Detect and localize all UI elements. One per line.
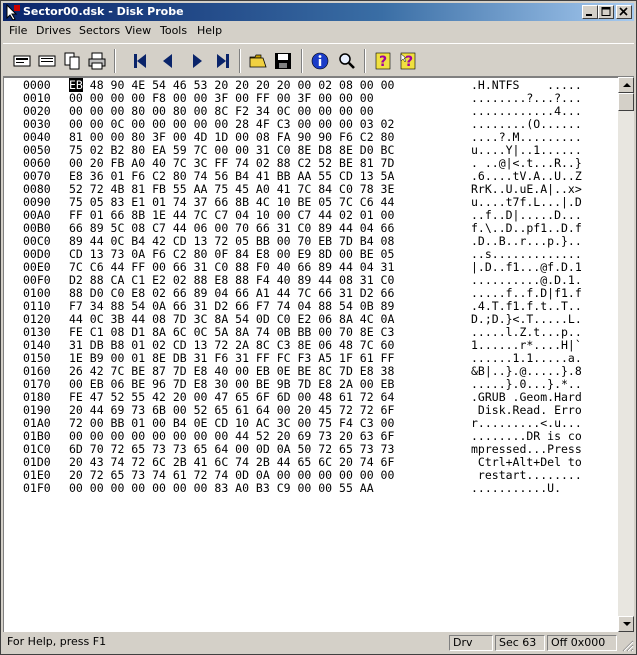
save-icon[interactable] [271,49,295,73]
search-icon[interactable] [335,49,359,73]
maximize-button[interactable] [598,5,614,19]
read-sector-icon[interactable] [10,49,34,73]
row-bytes[interactable]: 00 00 00 00 00 00 00 83 A0 B3 C9 00 00 5… [69,482,374,495]
scroll-up-button[interactable] [618,77,634,93]
menu-file[interactable]: File [9,24,27,38]
hex-row[interactable]: 01F0 00 00 00 00 00 00 00 83 A0 B3 C9 00 … [4,482,617,495]
toolbar-separator [239,49,241,73]
disk-probe-window: Sector00.dsk - Disk Probe File Drives Se… [0,0,637,655]
scroll-down-button[interactable] [618,616,634,632]
last-sector-icon[interactable] [211,49,235,73]
print-icon[interactable] [85,49,109,73]
window-title: Sector00.dsk - Disk Probe [23,5,184,18]
status-bar: For Help, press F1 Drv Sec 63 Off 0x000 [3,634,634,652]
svg-text:?: ? [405,54,413,70]
help-icon[interactable]: ? [371,49,395,73]
minimize-button[interactable] [582,5,598,19]
scroll-thumb[interactable] [618,93,634,111]
menu-view[interactable]: View [125,24,151,38]
vertical-scrollbar[interactable] [618,77,634,632]
close-button[interactable] [616,5,632,19]
status-offset: Off 0x000 [547,635,617,651]
menu-bar: File Drives Sectors View Tools Help [3,22,634,40]
first-sector-icon[interactable] [128,49,152,73]
sector-view[interactable]: 0000 EB 48 90 4E 54 46 53 20 20 20 20 00 … [3,77,618,632]
toolbar-separator [301,49,303,73]
next-sector-icon[interactable] [185,49,209,73]
menu-sectors[interactable]: Sectors [79,24,120,38]
context-help-icon[interactable]: ? [396,49,420,73]
toolbar-separator [364,49,366,73]
row-offset: 01F0 [23,481,51,495]
menu-drives[interactable]: Drives [36,24,71,38]
info-icon[interactable] [308,49,332,73]
row-ascii[interactable]: ...........U. [471,482,561,495]
status-sector: Sec 63 [495,635,545,651]
svg-text:?: ? [379,54,387,70]
title-bar[interactable]: Sector00.dsk - Disk Probe [3,3,634,21]
write-sector-icon[interactable] [35,49,59,73]
menu-help[interactable]: Help [197,24,222,38]
disk-probe-icon[interactable] [5,3,21,21]
copy-icon[interactable] [60,49,84,73]
hex-dump[interactable]: 0000 EB 48 90 4E 54 46 53 20 20 20 20 00 … [4,78,617,631]
menu-tools[interactable]: Tools [160,24,187,38]
status-drive: Drv [449,635,493,651]
status-help-text: For Help, press F1 [7,635,107,648]
open-icon[interactable] [246,49,270,73]
toolbar-separator [114,49,116,73]
previous-sector-icon[interactable] [156,49,180,73]
selected-byte[interactable]: EB [69,78,83,92]
toolbar: ? ? [3,43,634,77]
resize-grip[interactable] [622,640,634,652]
